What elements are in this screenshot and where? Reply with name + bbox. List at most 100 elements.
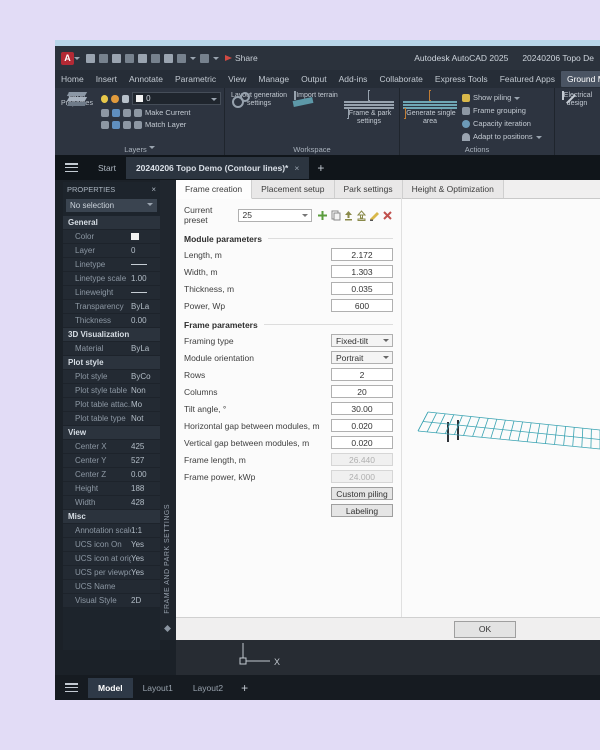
- layer-select[interactable]: 0: [132, 92, 221, 105]
- undo-icon[interactable]: [177, 53, 186, 63]
- field-value[interactable]: 2: [331, 368, 393, 381]
- save-as-icon[interactable]: [125, 53, 134, 63]
- property-value[interactable]: 188: [131, 484, 157, 493]
- field-value[interactable]: 600: [331, 299, 393, 312]
- ribbon-tab[interactable]: View: [222, 71, 252, 87]
- tab-document[interactable]: 20240206 Topo Demo (Contour lines)* ×: [125, 156, 310, 179]
- layout-tab[interactable]: Layout2: [183, 678, 233, 698]
- property-value[interactable]: 425: [131, 442, 157, 451]
- property-value[interactable]: ByCo: [131, 372, 157, 381]
- ribbon-tab[interactable]: Output: [295, 71, 333, 87]
- field-value[interactable]: 20: [331, 385, 393, 398]
- generate-single-area-button[interactable]: Generate single area: [402, 90, 458, 126]
- layout-generation-settings-button[interactable]: Layout generation settings: [229, 92, 289, 108]
- dialog-tab[interactable]: Frame creation: [176, 180, 253, 199]
- property-value[interactable]: 1.00: [131, 274, 157, 283]
- property-value[interactable]: [131, 288, 157, 297]
- layer-on-icon[interactable]: [101, 94, 109, 103]
- dialog-tab[interactable]: Placement setup: [252, 180, 335, 198]
- field-value[interactable]: 2.172: [331, 248, 393, 261]
- export-preset-icon[interactable]: [356, 209, 367, 221]
- dialog-tab[interactable]: Park settings: [334, 180, 403, 198]
- property-value[interactable]: 527: [131, 456, 157, 465]
- layer-lock-icon[interactable]: [121, 94, 130, 103]
- layer-tool-icon[interactable]: [112, 120, 120, 129]
- field-value[interactable]: 1.303: [331, 265, 393, 278]
- redo-icon[interactable]: [200, 53, 209, 63]
- ribbon-tab[interactable]: Ground Mount: [560, 71, 600, 87]
- layout-menu-icon[interactable]: [65, 683, 78, 692]
- import-terrain-button[interactable]: Import terrain: [292, 91, 339, 108]
- ribbon-tab[interactable]: Collaborate: [373, 71, 428, 87]
- action-item[interactable]: Adapt to positions: [462, 130, 542, 143]
- property-value[interactable]: Not: [131, 414, 157, 423]
- make-current-button[interactable]: Make Current: [134, 108, 190, 117]
- field-value[interactable]: Custom piling: [331, 487, 393, 500]
- actions-panel-footer[interactable]: Actions: [400, 145, 554, 154]
- property-value[interactable]: 0: [131, 246, 157, 255]
- field-value[interactable]: 0.035: [331, 282, 393, 295]
- match-layer-button[interactable]: Match Layer: [134, 120, 186, 129]
- action-item[interactable]: Show piling: [462, 91, 542, 104]
- layer-tool-icon[interactable]: [123, 108, 131, 117]
- palette-properties-icon[interactable]: [164, 625, 171, 632]
- share-button[interactable]: Share: [225, 53, 258, 63]
- property-value[interactable]: 428: [131, 498, 157, 507]
- tab-start[interactable]: Start: [88, 157, 126, 179]
- ribbon-tab[interactable]: Parametric: [169, 71, 222, 87]
- layer-tool-icon[interactable]: [123, 120, 131, 129]
- dialog-tab[interactable]: Height & Optimization: [402, 180, 504, 198]
- import-preset-icon[interactable]: [343, 210, 354, 221]
- field-value[interactable]: Labeling: [331, 504, 393, 517]
- add-preset-icon[interactable]: [317, 210, 328, 221]
- property-value[interactable]: [131, 232, 157, 241]
- autocad-logo-icon[interactable]: A: [61, 51, 74, 65]
- drawing-canvas[interactable]: X: [176, 640, 600, 675]
- save-icon[interactable]: [112, 53, 121, 63]
- field-value[interactable]: 0.020: [331, 436, 393, 449]
- action-item[interactable]: Frame grouping: [462, 104, 542, 117]
- property-value[interactable]: [131, 260, 157, 269]
- new-tab-button[interactable]: +: [317, 161, 324, 175]
- field-value[interactable]: 0.020: [331, 419, 393, 432]
- layers-panel-footer[interactable]: Layers: [55, 143, 224, 154]
- ok-button[interactable]: OK: [454, 621, 516, 638]
- layout-tab[interactable]: Model: [88, 677, 133, 698]
- layer-tool-icon[interactable]: [101, 108, 109, 117]
- field-value[interactable]: 30.00: [331, 402, 393, 415]
- preset-select[interactable]: 25: [238, 208, 312, 222]
- layer-thaw-icon[interactable]: [111, 94, 119, 103]
- field-value[interactable]: Portrait: [331, 351, 393, 364]
- open-file-icon[interactable]: [99, 53, 108, 63]
- field-value[interactable]: 24.000: [331, 470, 393, 483]
- property-value[interactable]: 1:1: [131, 526, 157, 535]
- add-layout-button[interactable]: +: [241, 681, 248, 695]
- close-tab-icon[interactable]: ×: [294, 163, 299, 173]
- layer-tool-icon[interactable]: [112, 108, 120, 117]
- selection-dropdown[interactable]: No selection: [66, 199, 157, 212]
- undo-caret-icon[interactable]: [190, 56, 196, 63]
- menu-icon[interactable]: [65, 163, 78, 172]
- property-value[interactable]: 0.00: [131, 316, 157, 325]
- action-item[interactable]: Capacity iteration: [462, 117, 542, 130]
- property-value[interactable]: Yes: [131, 554, 157, 563]
- ribbon-tab[interactable]: Manage: [252, 71, 295, 87]
- layer-properties-button[interactable]: Layer Properties: [57, 92, 97, 108]
- property-value[interactable]: 0.00: [131, 470, 157, 479]
- sheet-icon[interactable]: [151, 53, 160, 63]
- frame-park-settings-button[interactable]: Frame & park settings: [343, 90, 395, 126]
- print-icon[interactable]: [164, 53, 173, 63]
- dialog-title-strip[interactable]: FRAME AND PARK SETTINGS: [160, 180, 176, 640]
- ribbon-tab[interactable]: Home: [55, 71, 90, 87]
- property-value[interactable]: Non: [131, 386, 157, 395]
- ribbon-tab[interactable]: Add-ins: [333, 71, 374, 87]
- palette-close-icon[interactable]: ×: [151, 185, 156, 194]
- electrical-design-button[interactable]: Electrical design: [557, 91, 597, 108]
- property-value[interactable]: 2D: [131, 596, 157, 605]
- new-file-icon[interactable]: [86, 53, 95, 63]
- field-value[interactable]: Fixed-tilt: [331, 334, 393, 347]
- property-value[interactable]: Mo: [131, 400, 157, 409]
- property-value[interactable]: Yes: [131, 568, 157, 577]
- layer-tool-icon[interactable]: [101, 120, 109, 129]
- ribbon-tab[interactable]: Annotate: [123, 71, 169, 87]
